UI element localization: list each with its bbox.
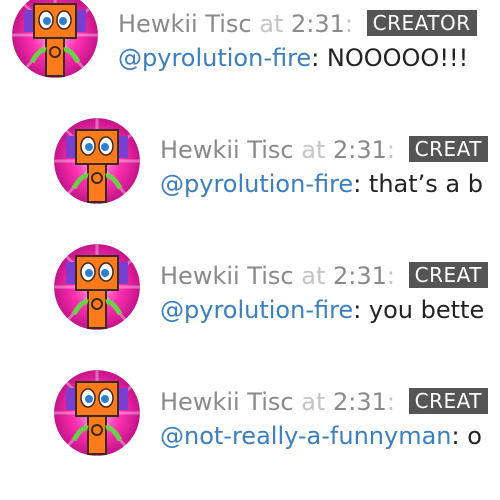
comment-meta: Hewkii Tisc at 2:31: CREATOR bbox=[118, 9, 477, 39]
comment-body: @pyrolution-fire: that’s a b bbox=[160, 169, 483, 199]
at-label: at bbox=[301, 388, 326, 416]
robot-avatar-icon[interactable] bbox=[54, 370, 140, 456]
at-label: at bbox=[301, 136, 326, 164]
comment: Hewkii Tisc at 2:31: CREATOR @pyrolution… bbox=[12, 0, 500, 82]
mention-link[interactable]: @not-really-a-funnyman bbox=[160, 422, 452, 450]
at-label: at bbox=[259, 10, 284, 38]
robot-avatar-icon[interactable] bbox=[12, 0, 98, 78]
comment-time[interactable]: 2:31 bbox=[333, 262, 387, 290]
comment: Hewkii Tisc at 2:31: CREAT @pyrolution-f… bbox=[54, 244, 500, 334]
comment-time[interactable]: 2:31 bbox=[333, 388, 387, 416]
comment-meta: Hewkii Tisc at 2:31: CREAT bbox=[160, 387, 488, 417]
comment-text: : that’s a b bbox=[353, 170, 483, 198]
meta-colon: : bbox=[386, 262, 395, 290]
meta-colon: : bbox=[386, 136, 395, 164]
comment-body: @not-really-a-funnyman: o bbox=[160, 421, 482, 451]
comment-meta: Hewkii Tisc at 2:31: CREAT bbox=[160, 135, 488, 165]
comment-author[interactable]: Hewkii Tisc bbox=[160, 262, 294, 290]
comment-author[interactable]: Hewkii Tisc bbox=[160, 388, 294, 416]
comment-text: : o bbox=[451, 422, 482, 450]
comment-author[interactable]: Hewkii Tisc bbox=[160, 136, 294, 164]
creator-badge: CREAT bbox=[408, 136, 488, 162]
comment-time[interactable]: 2:31 bbox=[333, 136, 387, 164]
comment-body: @pyrolution-fire: you bette bbox=[160, 295, 484, 325]
comment-body: @pyrolution-fire: NOOOOO!!! bbox=[118, 43, 468, 73]
avatar-image bbox=[54, 244, 140, 330]
meta-colon: : bbox=[344, 10, 353, 38]
comment: Hewkii Tisc at 2:31: CREAT @pyrolution-f… bbox=[54, 118, 500, 208]
mention-link[interactable]: @pyrolution-fire bbox=[160, 170, 353, 198]
creator-badge: CREAT bbox=[408, 262, 488, 288]
comment-list: Hewkii Tisc at 2:31: CREATOR @pyrolution… bbox=[0, 0, 500, 500]
mention-link[interactable]: @pyrolution-fire bbox=[118, 44, 311, 72]
comment-text: : you bette bbox=[353, 296, 485, 324]
creator-badge: CREAT bbox=[408, 388, 488, 414]
meta-colon: : bbox=[386, 388, 395, 416]
avatar-image bbox=[54, 118, 140, 204]
mention-link[interactable]: @pyrolution-fire bbox=[160, 296, 353, 324]
robot-avatar-icon[interactable] bbox=[54, 118, 140, 204]
comment: Hewkii Tisc at 2:31: CREAT @not-really-a… bbox=[54, 370, 500, 460]
avatar-image bbox=[12, 0, 98, 78]
robot-avatar-icon[interactable] bbox=[54, 244, 140, 330]
avatar-image bbox=[54, 370, 140, 456]
comment-author[interactable]: Hewkii Tisc bbox=[118, 10, 252, 38]
at-label: at bbox=[301, 262, 326, 290]
comment-time[interactable]: 2:31 bbox=[291, 10, 345, 38]
creator-badge: CREATOR bbox=[366, 10, 477, 36]
comment-meta: Hewkii Tisc at 2:31: CREAT bbox=[160, 261, 488, 291]
comment-text: : NOOOOO!!! bbox=[311, 44, 469, 72]
